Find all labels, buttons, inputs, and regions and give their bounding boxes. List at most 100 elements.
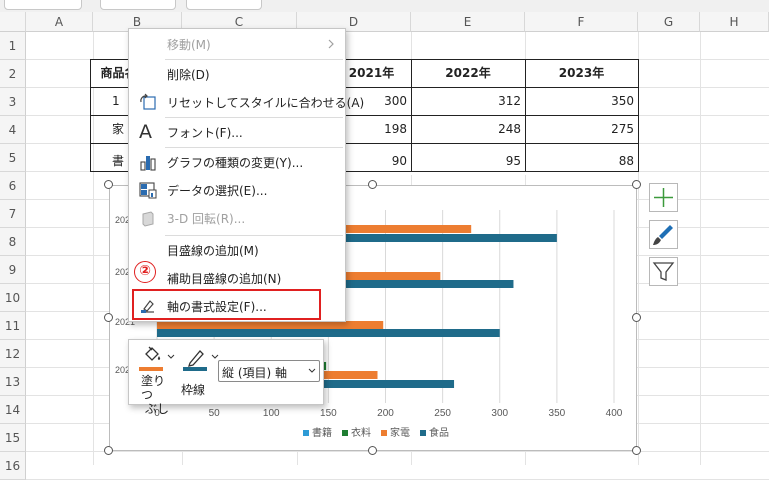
column-header-g[interactable]: G: [638, 12, 700, 32]
resize-handle[interactable]: [632, 446, 641, 455]
chevron-right-icon: [328, 39, 334, 49]
brush-icon: [653, 225, 673, 245]
menu-item-label: 目盛線の追加(M): [167, 244, 259, 258]
menu-item-label: 削除(D): [167, 68, 210, 82]
row-header[interactable]: 4: [0, 116, 26, 144]
resize-handle[interactable]: [104, 180, 113, 189]
legend-swatch: [381, 430, 387, 436]
row-header[interactable]: 6: [0, 172, 26, 200]
row-header[interactable]: 11: [0, 312, 26, 340]
name-box[interactable]: [4, 0, 82, 10]
mini-toolbar: 塗りつ ぶし 枠線 縦 (項目) 軸: [128, 339, 324, 416]
grid-column-line: [700, 32, 701, 465]
menu-item-font[interactable]: A フォント(F)...: [129, 118, 345, 146]
legend-label: 食品: [429, 426, 449, 439]
table-cell[interactable]: 350: [525, 88, 638, 115]
x-tick-label: 150: [320, 408, 337, 419]
table-border: [90, 59, 91, 172]
resize-handle[interactable]: [104, 446, 113, 455]
chart-element-select[interactable]: 縦 (項目) 軸: [218, 360, 320, 382]
outline-color-swatch: [183, 367, 207, 371]
legend-swatch: [342, 430, 348, 436]
row-header[interactable]: 9: [0, 256, 26, 284]
row-header[interactable]: 15: [0, 424, 26, 452]
font-icon: A: [139, 121, 152, 143]
menu-item-select-data[interactable]: データの選択(E)...: [129, 176, 345, 204]
menu-item-delete[interactable]: 削除(D): [129, 60, 345, 88]
chevron-down-icon[interactable]: [211, 354, 219, 360]
toolbar-box[interactable]: [186, 0, 262, 10]
legend-swatch: [420, 430, 426, 436]
outline-button[interactable]: 枠線: [179, 344, 219, 404]
menu-item-add-minor-gridlines[interactable]: 補助目盛線の追加(N): [129, 264, 345, 292]
filter-icon: [652, 262, 675, 281]
toolbar-box[interactable]: [100, 0, 176, 10]
fill-label: 塗りつ ぶし: [141, 374, 175, 416]
resize-handle[interactable]: [368, 180, 377, 189]
x-tick-label: 400: [606, 408, 623, 419]
x-tick-label: 250: [434, 408, 451, 419]
column-header-f[interactable]: F: [525, 12, 638, 32]
chevron-down-icon[interactable]: [167, 354, 175, 360]
bar: [157, 321, 384, 329]
table-cell[interactable]: 198: [346, 116, 411, 143]
menu-item-change-chart-type[interactable]: グラフの種類の変更(Y)...: [129, 148, 345, 176]
menu-item-label: 3-D 回転(R)...: [167, 212, 246, 226]
legend-swatch: [303, 430, 309, 436]
outline-label: 枠線: [181, 383, 206, 397]
row-header[interactable]: 13: [0, 368, 26, 396]
bar: [157, 329, 500, 337]
table-header-2023[interactable]: 2023年: [525, 60, 638, 88]
row-header[interactable]: 8: [0, 228, 26, 256]
plus-icon: [654, 188, 673, 207]
menu-item-label: グラフの種類の変更(Y)...: [167, 156, 304, 170]
table-cell[interactable]: 248: [411, 116, 525, 143]
resize-handle[interactable]: [632, 313, 641, 322]
table-border: [638, 59, 639, 172]
chevron-down-icon: [308, 368, 316, 373]
row-header[interactable]: 5: [0, 144, 26, 172]
x-tick-label: 200: [377, 408, 394, 419]
context-menu: 移動(M) 削除(D) リセットしてスタイルに合わせる(A) A フォント(F)…: [128, 28, 364, 322]
menu-item-move[interactable]: 移動(M): [129, 30, 345, 58]
select-data-icon: [139, 182, 157, 199]
chart-filters-button[interactable]: [649, 257, 678, 286]
resize-handle[interactable]: [104, 313, 113, 322]
row-header[interactable]: 10: [0, 284, 26, 312]
legend-label: 書籍: [312, 426, 332, 439]
fill-button[interactable]: 塗りつ ぶし: [135, 344, 175, 416]
resize-handle[interactable]: [368, 446, 377, 455]
table-cell[interactable]: 275: [525, 116, 638, 143]
chart-styles-button[interactable]: [649, 220, 678, 249]
menu-item-label: 補助目盛線の追加(N): [167, 272, 282, 286]
column-header-h[interactable]: H: [700, 12, 769, 32]
chart-element-select-value: 縦 (項目) 軸: [222, 366, 287, 380]
column-header-a[interactable]: A: [26, 12, 93, 32]
step-number-callout: ②: [134, 261, 156, 283]
row-header[interactable]: 14: [0, 396, 26, 424]
row-header[interactable]: 12: [0, 340, 26, 368]
x-tick-label: 350: [549, 408, 566, 419]
row-header[interactable]: 2: [0, 60, 26, 88]
reset-style-icon: [140, 93, 156, 110]
chart-elements-button[interactable]: [649, 183, 678, 212]
paint-bucket-icon: [145, 346, 161, 361]
menu-item-3d-rotation[interactable]: 3-D 回転(R)...: [129, 204, 345, 232]
menu-item-add-gridlines[interactable]: 目盛線の追加(M): [129, 236, 345, 264]
row-header[interactable]: 7: [0, 200, 26, 228]
grid-column-line: [93, 32, 94, 465]
pen-icon: [188, 350, 204, 367]
table-header-2022[interactable]: 2022年: [411, 60, 525, 88]
column-header-e[interactable]: E: [411, 12, 525, 32]
select-all-corner[interactable]: [0, 12, 26, 32]
row-header[interactable]: 16: [0, 452, 26, 480]
table-cell[interactable]: 312: [411, 88, 525, 115]
row-header[interactable]: 3: [0, 88, 26, 116]
row-header[interactable]: 1: [0, 32, 26, 60]
legend-label: 衣料: [351, 426, 371, 439]
highlight-box: [132, 289, 321, 320]
menu-item-label: 移動(M): [167, 38, 211, 52]
menu-item-reset-style[interactable]: リセットしてスタイルに合わせる(A): [129, 88, 364, 116]
fill-color-swatch: [139, 367, 163, 371]
resize-handle[interactable]: [632, 180, 641, 189]
